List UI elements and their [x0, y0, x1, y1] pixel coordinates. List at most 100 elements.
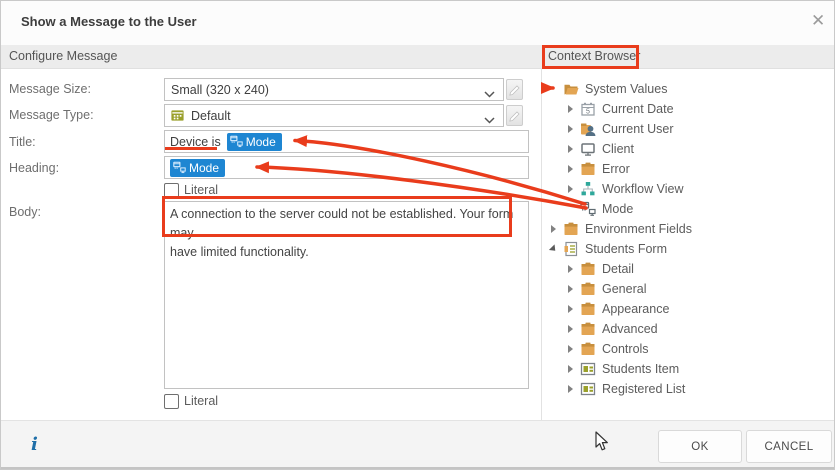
pencil-icon: [509, 85, 520, 96]
message-type-value: Default: [191, 108, 231, 123]
edit-message-size-button[interactable]: [506, 79, 523, 100]
dialog-title: Show a Message to the User: [21, 14, 197, 29]
message-type-label: Message Type:: [9, 108, 94, 122]
tree-item-label: Students Item: [602, 362, 680, 376]
tree-item-appearance[interactable]: Appearance: [568, 299, 669, 319]
tree-item-mode[interactable]: Mode: [568, 199, 633, 219]
body-label: Body:: [9, 205, 41, 219]
tree-item-label: Advanced: [602, 322, 658, 336]
tree-item-label: Appearance: [602, 302, 670, 316]
tree-item-label: Current User: [602, 122, 674, 136]
cancel-button[interactable]: CANCEL: [746, 430, 832, 463]
user-icon: [580, 121, 596, 137]
expander-collapsed-icon[interactable]: [568, 385, 573, 393]
message-size-select[interactable]: Small (320 x 240): [164, 78, 504, 101]
expander-collapsed-icon[interactable]: [568, 165, 573, 173]
expander-collapsed-icon[interactable]: [568, 365, 573, 373]
tree-item-client[interactable]: Client: [568, 139, 634, 159]
tree-item-general[interactable]: General: [568, 279, 646, 299]
expander-collapsed-icon[interactable]: [568, 345, 573, 353]
tree-item-label: Environment Fields: [585, 222, 692, 236]
literal-label-bottom: Literal: [184, 394, 219, 408]
mode-icon: [230, 135, 243, 148]
calendar-icon: 5: [580, 101, 596, 117]
configure-message-header: Configure Message: [9, 49, 118, 63]
mode-token[interactable]: Mode: [170, 158, 226, 177]
tree-item-students-item[interactable]: Students Item: [568, 359, 679, 379]
tree-item-students-form[interactable]: Students Form: [548, 239, 667, 259]
tree-item-current-user[interactable]: Current User: [568, 119, 674, 139]
message-type-default-icon: [170, 108, 185, 123]
expander-collapsed-icon[interactable]: [568, 105, 573, 113]
tree-item-advanced[interactable]: Advanced: [568, 319, 658, 339]
tree-item-detail[interactable]: Detail: [568, 259, 634, 279]
message-type-select[interactable]: Default: [164, 104, 504, 127]
workflow-icon: [580, 181, 596, 197]
folder-icon: [580, 281, 596, 297]
body-textarea[interactable]: A connection to the server could not be …: [164, 201, 529, 389]
title-input[interactable]: Device is Mode: [164, 130, 529, 153]
heading-label: Heading:: [9, 161, 60, 175]
folder-icon: [580, 341, 596, 357]
title-label: Title:: [9, 135, 36, 149]
tree-item-workflow-view[interactable]: Workflow View: [568, 179, 684, 199]
section-header-bar: Configure Message Context Browser: [1, 45, 834, 69]
mode-icon: [173, 161, 186, 174]
expander-collapsed-icon[interactable]: [568, 285, 573, 293]
close-icon[interactable]: ✕: [811, 11, 825, 31]
tree-item-label: Mode: [602, 202, 634, 216]
tree-item-label: General: [602, 282, 647, 296]
title-text: Device is: [170, 134, 221, 149]
mode-token[interactable]: Mode: [226, 132, 282, 151]
listitem-icon: [580, 361, 596, 377]
pencil-icon: [509, 111, 520, 122]
tree-item-environment-fields[interactable]: Environment Fields: [551, 219, 692, 239]
folder-icon: [580, 321, 596, 337]
ok-button[interactable]: OK: [658, 430, 742, 463]
tree-item-label: Detail: [602, 262, 634, 276]
tree-item-error[interactable]: Error: [568, 159, 630, 179]
show-message-dialog: Show a Message to the User ✕ Configure M…: [0, 0, 835, 470]
expander-collapsed-icon[interactable]: [551, 225, 556, 233]
chevron-down-icon: [484, 113, 495, 127]
svg-text:5: 5: [586, 109, 590, 116]
monitor-icon: [580, 141, 596, 157]
folder-icon: [580, 301, 596, 317]
tree-item-current-date[interactable]: 5 Current Date: [568, 99, 674, 119]
dialog-bottom-edge: [1, 467, 834, 469]
literal-checkbox-top[interactable]: [164, 183, 179, 198]
edit-message-type-button[interactable]: [506, 105, 523, 126]
chevron-down-icon: [484, 87, 495, 101]
info-icon: i: [31, 434, 38, 455]
heading-input[interactable]: Mode: [164, 156, 529, 179]
folder-icon: [580, 161, 596, 177]
panel-divider: [541, 68, 542, 420]
tree-item-label: Workflow View: [602, 182, 684, 196]
literal-checkbox-bottom[interactable]: [164, 394, 179, 409]
expander-collapsed-icon[interactable]: [568, 305, 573, 313]
message-size-label: Message Size:: [9, 82, 91, 96]
tree-item-label: System Values: [585, 82, 668, 96]
folder-icon: [563, 221, 579, 237]
tree-item-label: Students Form: [585, 242, 667, 256]
expander-collapsed-icon[interactable]: [568, 125, 573, 133]
context-browser-header: Context Browser: [548, 49, 641, 63]
tree-item-label: Error: [602, 162, 630, 176]
message-size-value: Small (320 x 240): [171, 82, 269, 97]
expander-collapsed-icon[interactable]: [568, 325, 573, 333]
tree-item-system-values[interactable]: System Values: [551, 79, 667, 99]
folder-open-icon: [563, 81, 579, 97]
body-text-line: A connection to the server could not be …: [170, 207, 514, 240]
expander-collapsed-icon[interactable]: [568, 145, 573, 153]
form-icon: [563, 241, 579, 257]
tree-item-label: Controls: [602, 342, 649, 356]
expander-expanded-icon[interactable]: [548, 244, 559, 254]
tree-item-label: Current Date: [602, 102, 674, 116]
tree-item-controls[interactable]: Controls: [568, 339, 649, 359]
expander-collapsed-icon[interactable]: [568, 185, 573, 193]
tree-item-registered-list[interactable]: Registered List: [568, 379, 685, 399]
dialog-titlebar: Show a Message to the User ✕: [1, 1, 834, 45]
body-text-line: have limited functionality.: [170, 245, 309, 259]
expander-collapsed-icon[interactable]: [568, 265, 573, 273]
mode-token-label: Mode: [189, 160, 220, 175]
